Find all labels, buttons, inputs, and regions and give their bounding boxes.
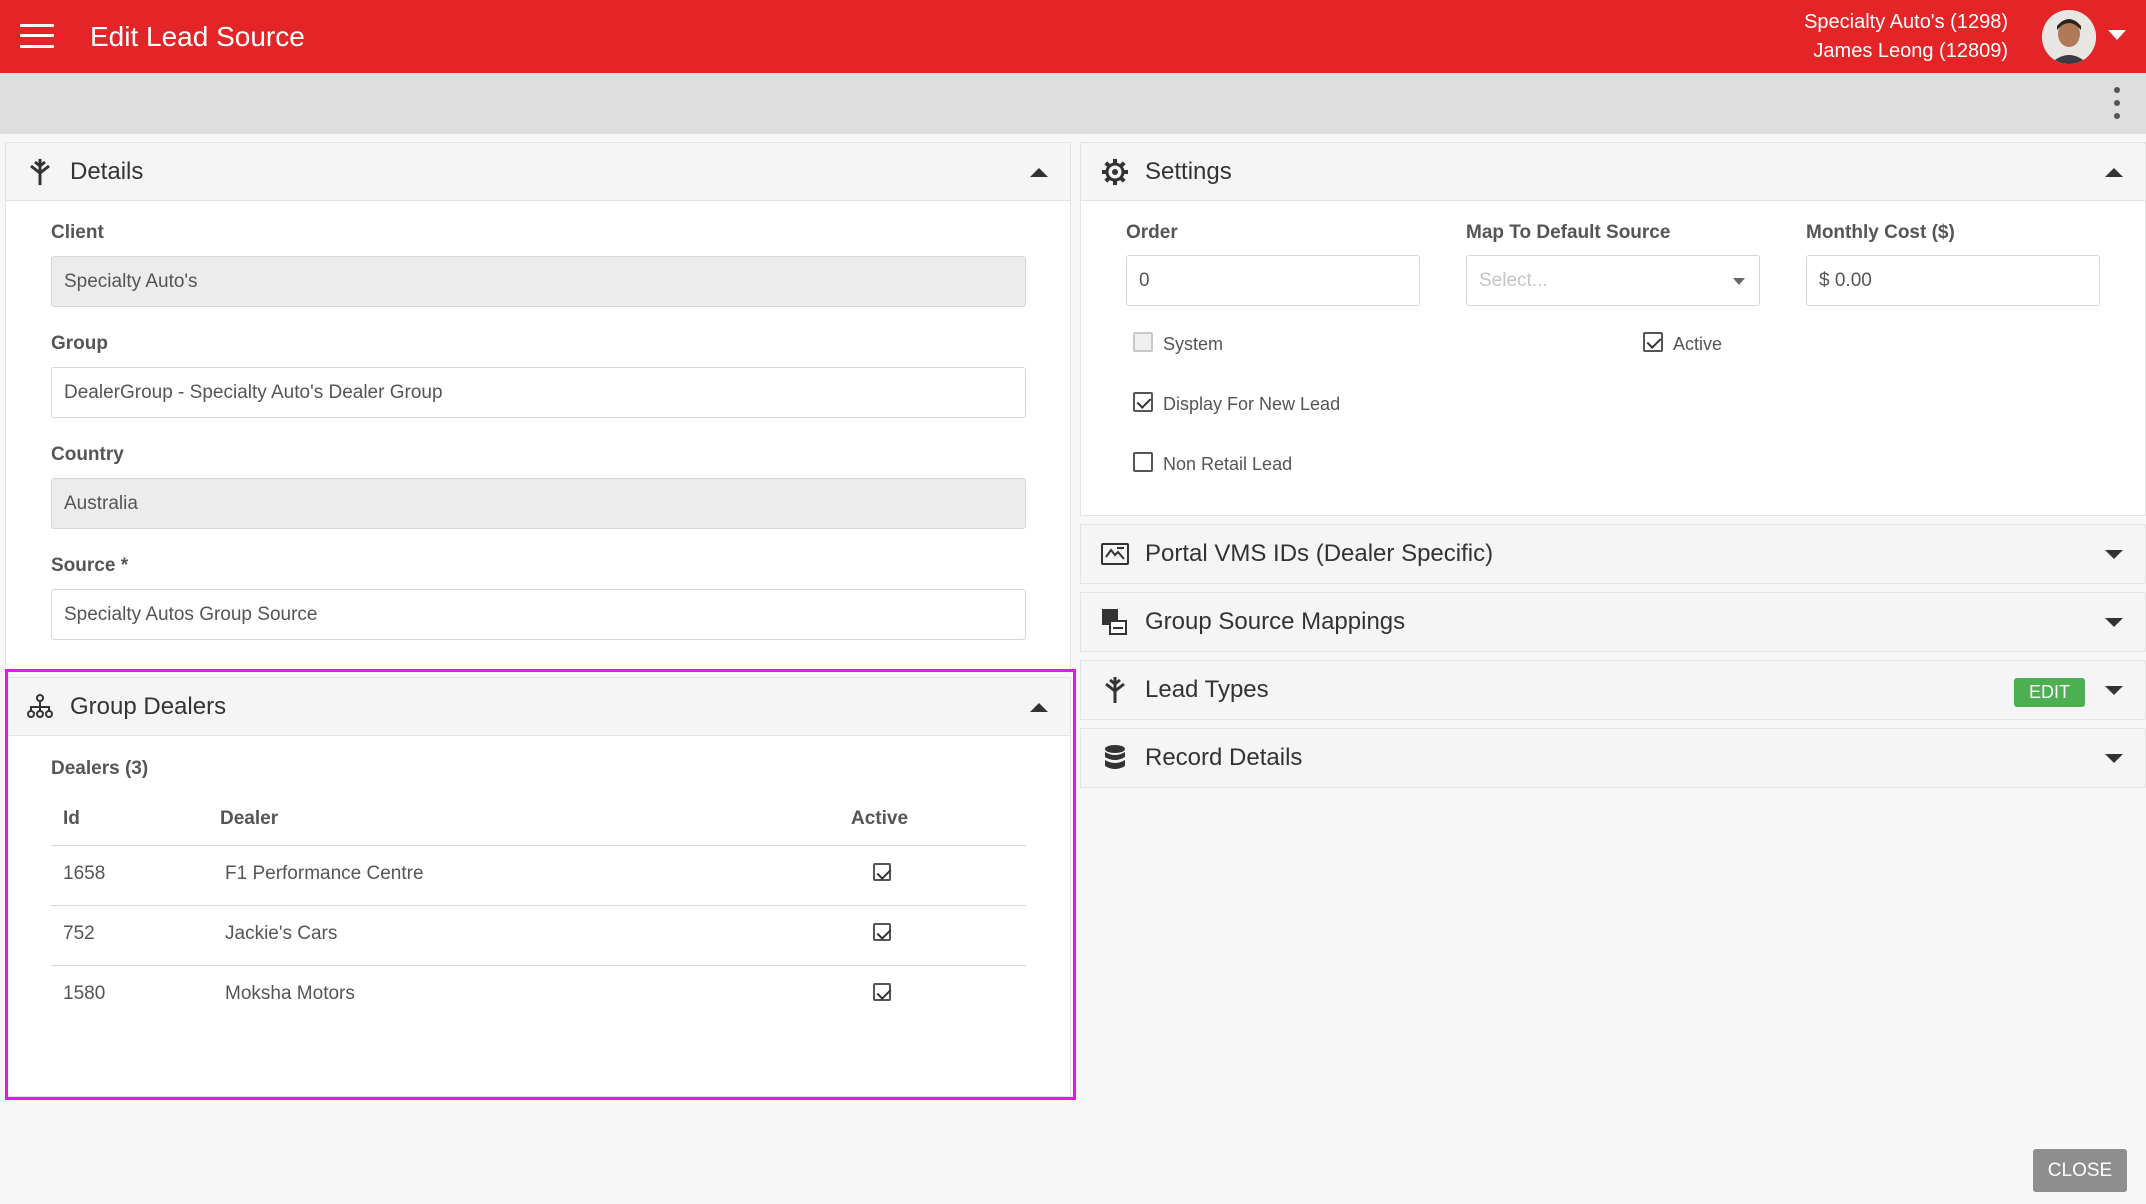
expand-icon[interactable]	[2105, 686, 2123, 695]
row-divider	[51, 965, 1026, 966]
monthly-cost-input[interactable]: $ 0.00	[1806, 255, 2100, 306]
lead-types-panel: Lead Types	[1080, 660, 2146, 720]
portal-vms-title: Portal VMS IDs (Dealer Specific)	[1145, 540, 1494, 567]
dealer-active-checkbox[interactable]	[873, 983, 891, 1001]
map-default-source-label: Map To Default Source	[1466, 222, 1671, 243]
collapse-icon[interactable]	[1030, 168, 1048, 177]
collapse-icon[interactable]	[2105, 168, 2123, 177]
system-label: System	[1163, 334, 1224, 354]
funnel-icon	[30, 159, 50, 185]
hierarchy-icon	[27, 694, 53, 718]
funnel-icon	[1105, 677, 1125, 703]
settings-panel-header[interactable]: Settings	[1081, 143, 2145, 201]
dealers-count: Dealers (3)	[51, 758, 149, 779]
chevron-down-icon	[1733, 278, 1745, 285]
user-info[interactable]: Specialty Auto's (1298) James Leong (128…	[1804, 8, 2008, 66]
record-details-header[interactable]: Record Details	[1081, 729, 2145, 787]
client-name: Specialty Auto's (1298)	[1804, 11, 2008, 33]
page-title: Edit Lead Source	[90, 21, 305, 52]
database-icon	[1105, 745, 1125, 769]
active-checkbox[interactable]	[1643, 332, 1663, 352]
group-label: Group	[51, 333, 108, 354]
top-app-bar: Edit Lead Source Specialty Auto's (1298)…	[0, 0, 2146, 73]
header-divider	[51, 845, 1026, 846]
avatar[interactable]	[2042, 10, 2096, 64]
more-options-icon[interactable]	[2112, 87, 2122, 121]
source-input[interactable]: Specialty Autos Group Source	[51, 589, 1026, 640]
lead-types-title: Lead Types	[1145, 676, 1269, 703]
source-label: Source *	[51, 555, 129, 576]
chevron-down-icon[interactable]	[2108, 30, 2126, 40]
system-checkbox	[1133, 332, 1153, 352]
column-header-dealer: Dealer	[220, 808, 279, 829]
dealer-name: Jackie's Cars	[225, 923, 338, 944]
group-dealers-panel: Group Dealers Dealers (3) Id Dealer Acti…	[5, 677, 1071, 1097]
expand-icon[interactable]	[2105, 754, 2123, 763]
dealer-name: Moksha Motors	[225, 983, 355, 1004]
edit-lead-types-button[interactable]: EDIT	[2014, 678, 2085, 707]
column-header-id: Id	[63, 808, 80, 829]
country-field: Australia	[51, 478, 1026, 529]
expand-icon[interactable]	[2105, 618, 2123, 627]
user-name: James Leong (12809)	[1813, 40, 2008, 62]
portal-vms-panel-header[interactable]: Portal VMS IDs (Dealer Specific)	[1081, 525, 2145, 583]
order-input[interactable]: 0	[1126, 255, 1420, 306]
display-new-lead-checkbox[interactable]	[1133, 392, 1153, 412]
client-label: Client	[51, 222, 104, 243]
lead-types-header[interactable]: Lead Types	[1081, 661, 2145, 719]
settings-title: Settings	[1145, 158, 1232, 185]
mapping-icon	[1102, 609, 1127, 635]
record-details-panel: Record Details	[1080, 728, 2146, 788]
non-retail-lead-checkbox[interactable]	[1133, 452, 1153, 472]
column-header-active: Active	[851, 808, 909, 829]
portal-vms-panel: Portal VMS IDs (Dealer Specific)	[1080, 524, 2146, 584]
record-details-title: Record Details	[1145, 744, 1303, 771]
group-field[interactable]: DealerGroup - Specialty Auto's Dealer Gr…	[51, 367, 1026, 418]
dealer-id: 1658	[63, 863, 106, 884]
group-source-mappings-title: Group Source Mappings	[1145, 608, 1406, 635]
id-card-icon	[1101, 543, 1129, 565]
group-dealers-panel-header[interactable]: Group Dealers	[6, 678, 1070, 736]
order-label: Order	[1126, 222, 1178, 243]
collapse-icon[interactable]	[1030, 703, 1048, 712]
gear-icon	[1102, 159, 1128, 185]
group-source-mappings-header[interactable]: Group Source Mappings	[1081, 593, 2145, 651]
row-divider	[51, 905, 1026, 906]
dealer-id: 1580	[63, 983, 106, 1004]
settings-panel: Settings Order 0 Map To Default Source S…	[1080, 142, 2146, 516]
dealer-active-checkbox[interactable]	[873, 923, 891, 941]
details-panel: Details Client Specialty Auto's Group De…	[5, 142, 1071, 670]
dealer-active-checkbox[interactable]	[873, 863, 891, 881]
dealer-id: 752	[63, 923, 95, 944]
details-panel-header[interactable]: Details	[6, 143, 1070, 201]
client-field: Specialty Auto's	[51, 256, 1026, 307]
display-new-lead-label: Display For New Lead	[1163, 394, 1341, 414]
select-placeholder: Select...	[1479, 270, 1548, 291]
active-label: Active	[1673, 334, 1723, 354]
group-dealers-title: Group Dealers	[70, 693, 227, 720]
group-source-mappings-panel: Group Source Mappings	[1080, 592, 2146, 652]
expand-icon[interactable]	[2105, 550, 2123, 559]
close-button[interactable]: CLOSE	[2033, 1149, 2127, 1192]
toolbar	[0, 73, 2146, 134]
map-default-source-select[interactable]: Select...	[1466, 255, 1760, 306]
dealer-name: F1 Performance Centre	[225, 863, 424, 884]
details-title: Details	[70, 158, 144, 185]
non-retail-lead-label: Non Retail Lead	[1163, 454, 1293, 474]
menu-icon[interactable]	[20, 22, 54, 50]
country-label: Country	[51, 444, 124, 465]
monthly-cost-label: Monthly Cost ($)	[1806, 222, 1955, 243]
